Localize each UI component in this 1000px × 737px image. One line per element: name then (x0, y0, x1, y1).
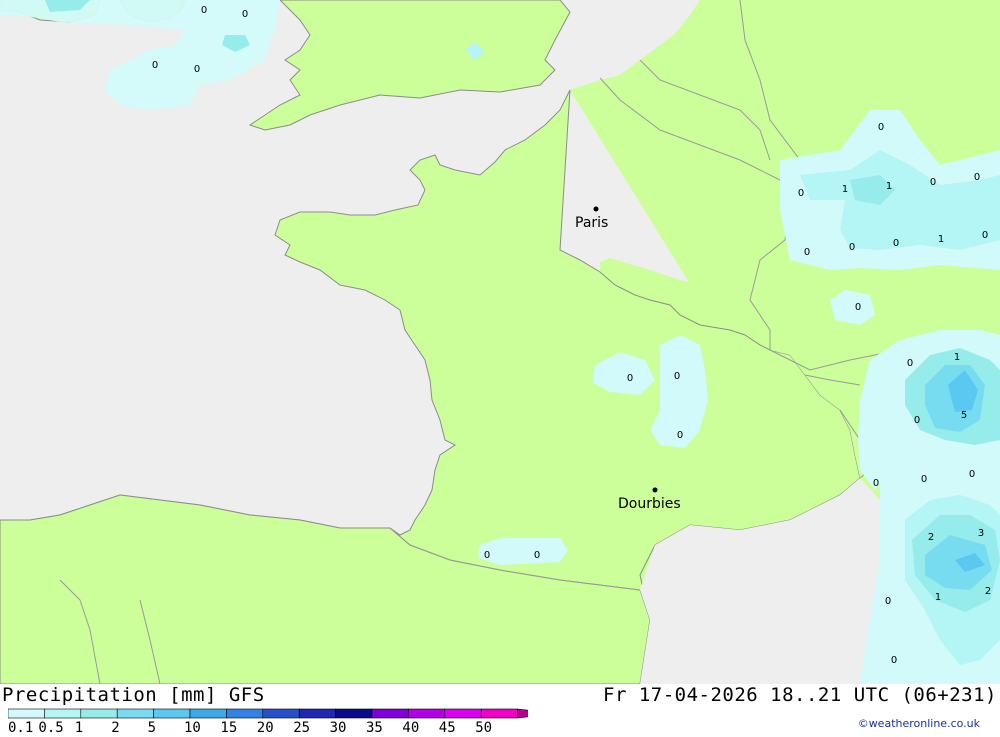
legend-label: 10 (184, 720, 201, 733)
value-label: 0 (873, 478, 879, 489)
value-label: 0 (969, 469, 975, 480)
value-label: 0 (804, 247, 810, 258)
map-canvas: Paris Dourbies 0 0 0 0 0 0 1 1 0 0 0 0 0… (0, 0, 1000, 685)
value-label: 0 (878, 122, 884, 133)
value-label: 0 (930, 177, 936, 188)
value-label: 1 (938, 234, 944, 245)
legend-label: 5 (148, 720, 156, 733)
value-label: 0 (194, 64, 200, 75)
value-label: 0 (855, 302, 861, 313)
legend-swatch (7, 708, 45, 719)
legend-arrow (517, 708, 556, 719)
map-title: Precipitation [mm] GFS (2, 684, 265, 706)
value-label: 0 (242, 9, 248, 20)
legend-swatch (262, 708, 300, 719)
legend-swatch (189, 708, 227, 719)
city-label-paris: Paris (575, 215, 608, 231)
legend-swatch (335, 708, 373, 719)
city-label-dourbies: Dourbies (618, 496, 681, 512)
legend-label: 50 (475, 720, 492, 733)
value-label: 1 (886, 181, 892, 192)
legend-label: 20 (257, 720, 274, 733)
value-label: 0 (534, 550, 540, 561)
value-label: 0 (484, 550, 490, 561)
legend-swatch (226, 708, 264, 719)
value-label: 0 (914, 415, 920, 426)
legend-label: 1 (75, 720, 83, 733)
value-label: 0 (982, 230, 988, 241)
value-label: 0 (677, 430, 683, 441)
value-label: 1 (935, 592, 941, 603)
legend-label: 2 (111, 720, 119, 733)
value-label: 0 (849, 242, 855, 253)
legend-label: 35 (366, 720, 383, 733)
legend-swatch (408, 708, 446, 719)
legend-label: 25 (293, 720, 310, 733)
legend-label: 0.1 (8, 720, 33, 733)
value-label: 0 (201, 5, 207, 16)
legend-swatch (298, 708, 336, 719)
value-label: 5 (961, 410, 967, 421)
value-label: 0 (893, 238, 899, 249)
value-label: 1 (842, 184, 848, 195)
legend-swatch (116, 708, 154, 719)
precipitation-map: Paris Dourbies 0 0 0 0 0 0 1 1 0 0 0 0 0… (0, 0, 1000, 685)
value-label: 0 (907, 358, 913, 369)
precipitation-legend: 0.1 0.5 1 2 5 10 15 20 25 30 35 40 45 50 (7, 707, 556, 736)
legend-swatch (44, 708, 82, 719)
credit-link[interactable]: ©weatheronline.co.uk (858, 717, 980, 730)
value-label: 2 (985, 586, 991, 597)
legend-label: 40 (402, 720, 419, 733)
legend-swatch (480, 708, 518, 719)
value-label: 0 (885, 596, 891, 607)
legend-swatch (80, 708, 118, 719)
value-label: 1 (954, 352, 960, 363)
legend-label: 15 (220, 720, 237, 733)
legend-swatch (371, 708, 409, 719)
value-label: 0 (974, 172, 980, 183)
dourbies-marker (652, 487, 658, 493)
value-label: 2 (928, 532, 934, 543)
legend-scale: 0.1 0.5 1 2 5 10 15 20 25 30 35 40 45 50 (7, 708, 556, 736)
legend-label: 0.5 (38, 720, 63, 733)
legend-swatch (153, 708, 191, 719)
value-label: 0 (627, 373, 633, 384)
paris-marker (593, 206, 599, 212)
value-label: 0 (674, 371, 680, 382)
value-label: 0 (921, 474, 927, 485)
value-label: 3 (978, 528, 984, 539)
value-label: 0 (798, 188, 804, 199)
legend-label: 30 (330, 720, 347, 733)
value-label: 0 (152, 60, 158, 71)
legend-swatch (444, 708, 482, 719)
value-label: 0 (891, 655, 897, 666)
valid-time: Fr 17-04-2026 18..21 UTC (06+231) (603, 684, 997, 706)
legend-label: 45 (439, 720, 456, 733)
